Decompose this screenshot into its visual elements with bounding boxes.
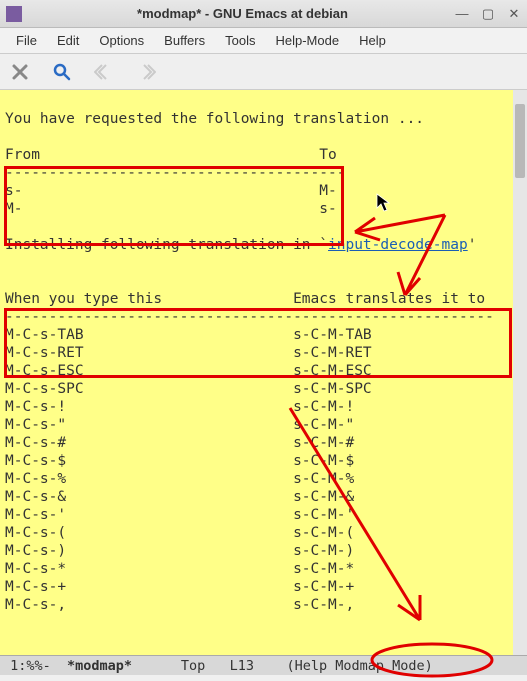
window-controls: — ▢ ✕ [455, 7, 521, 21]
table-row: M-C-s-ESC s-C-M-ESC [5, 363, 372, 379]
table1-rule: --------------------------------------- [5, 165, 345, 181]
table-row: M-C-s-' s-C-M-' [5, 507, 354, 523]
input-decode-map-link[interactable]: input-decode-map [328, 237, 468, 253]
menu-edit[interactable]: Edit [47, 30, 89, 51]
mode-line[interactable]: 1:%%- *modmap* Top L13 (Help Modmap Mode… [0, 655, 527, 675]
table1-header: From To [5, 147, 337, 163]
table-row: M-C-s-# s-C-M-# [5, 435, 354, 451]
menu-help[interactable]: Help [349, 30, 396, 51]
menu-file[interactable]: File [6, 30, 47, 51]
modeline-left: 1:%%- [2, 658, 67, 674]
title-bar: *modmap* - GNU Emacs at debian — ▢ ✕ [0, 0, 527, 28]
menu-tools[interactable]: Tools [215, 30, 265, 51]
toolbar [0, 54, 527, 90]
table-row: M-C-s-TAB s-C-M-TAB [5, 327, 372, 343]
table-row: M-C-s-( s-C-M-( [5, 525, 354, 541]
app-icon [6, 6, 22, 22]
minimize-button[interactable]: — [455, 7, 469, 21]
table-row: M-C-s-! s-C-M-! [5, 399, 354, 415]
window-title: *modmap* - GNU Emacs at debian [30, 6, 455, 21]
table-row: M-C-s-) s-C-M-) [5, 543, 354, 559]
back-icon[interactable] [90, 58, 118, 86]
menu-options[interactable]: Options [89, 30, 154, 51]
buffer-content[interactable]: You have requested the following transla… [0, 90, 527, 655]
menu-help-mode[interactable]: Help-Mode [265, 30, 349, 51]
table-row: M-C-s-& s-C-M-& [5, 489, 354, 505]
table-row: M-C-s-SPC s-C-M-SPC [5, 381, 372, 397]
search-icon[interactable] [48, 58, 76, 86]
scroll-thumb[interactable] [515, 104, 525, 178]
table-row: M-C-s-+ s-C-M-+ [5, 579, 354, 595]
table-row: M-C-s-, s-C-M-, [5, 597, 354, 613]
table2-rule: ----------------------------------------… [5, 309, 494, 325]
table1-row: s- M- [5, 183, 337, 199]
maximize-button[interactable]: ▢ [481, 7, 495, 21]
modeline-buffer-name: *modmap* [67, 658, 132, 674]
table-row: M-C-s-RET s-C-M-RET [5, 345, 372, 361]
install-line: Installing following translation in `inp… [5, 237, 476, 253]
close-icon[interactable] [6, 58, 34, 86]
table-row: M-C-s-* s-C-M-* [5, 561, 354, 577]
menu-bar: File Edit Options Buffers Tools Help-Mod… [0, 28, 527, 54]
modeline-right: Top L13 (Help Modmap Mode) [132, 658, 433, 674]
intro-text: You have requested the following transla… [5, 111, 424, 127]
table1-row: M- s- [5, 201, 337, 217]
table-row: M-C-s-" s-C-M-" [5, 417, 354, 433]
editor-area: You have requested the following transla… [0, 90, 527, 655]
table2-header: When you type this Emacs translates it t… [5, 291, 485, 307]
table-row: M-C-s-% s-C-M-% [5, 471, 354, 487]
scrollbar[interactable] [513, 90, 527, 655]
forward-icon[interactable] [132, 58, 160, 86]
menu-buffers[interactable]: Buffers [154, 30, 215, 51]
table-row: M-C-s-$ s-C-M-$ [5, 453, 354, 469]
close-button[interactable]: ✕ [507, 7, 521, 21]
